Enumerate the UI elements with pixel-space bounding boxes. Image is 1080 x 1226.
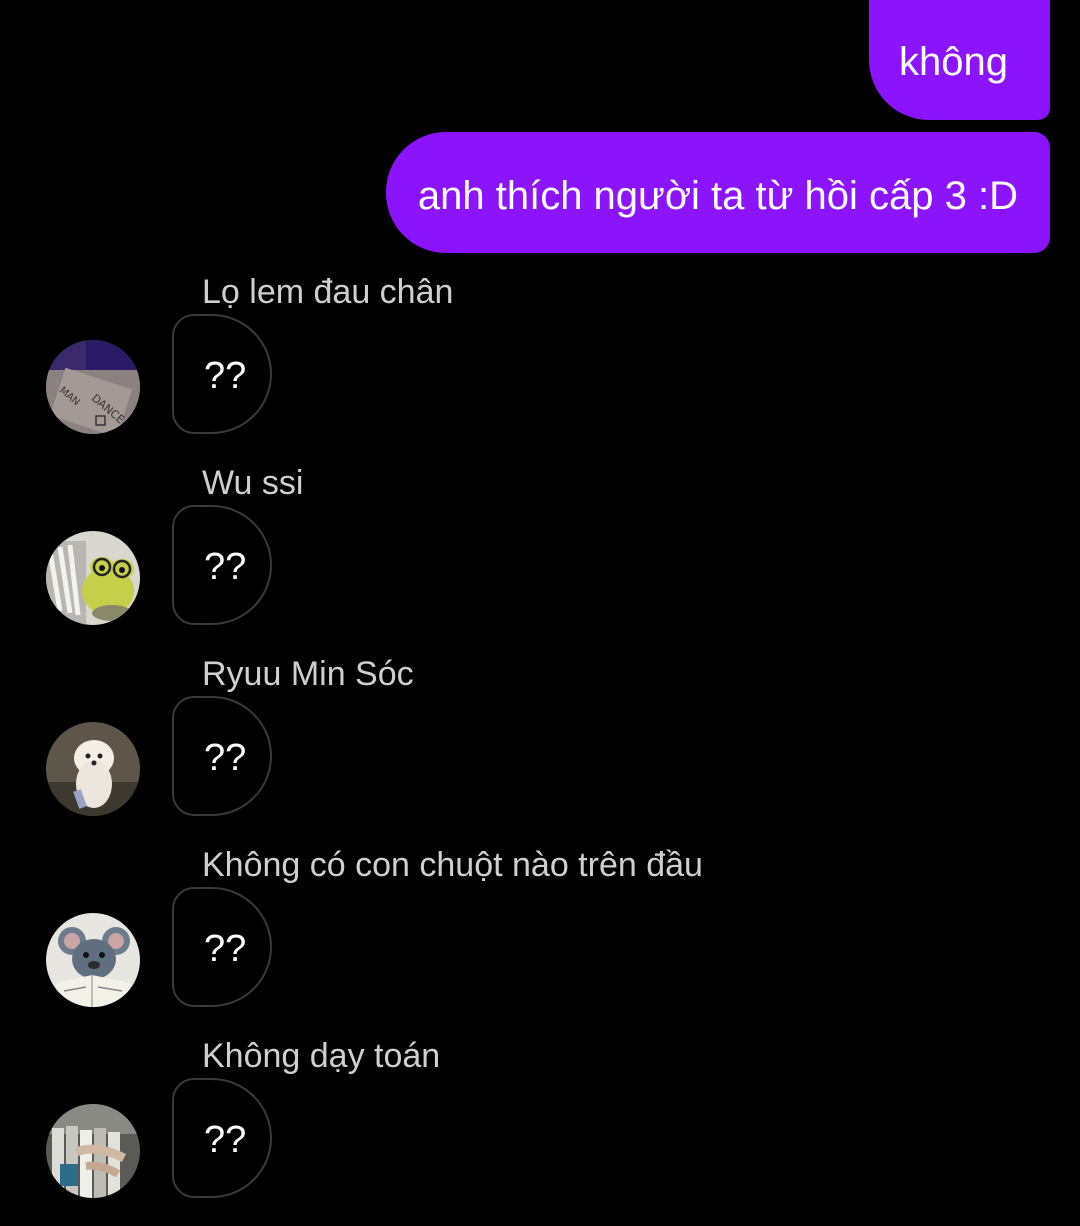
avatar[interactable] — [46, 531, 140, 625]
avatar[interactable]: MAN DANCE — [46, 340, 140, 434]
sender-name: Wu ssi — [202, 464, 304, 502]
frog-plush-avatar-icon — [46, 531, 140, 625]
sender-name: Ryuu Min Sóc — [202, 655, 414, 693]
dance-photo-avatar-icon: MAN DANCE — [46, 340, 140, 434]
record-shop-avatar-icon — [46, 1104, 140, 1198]
avatar[interactable] — [46, 722, 140, 816]
sender-name: Không có con chuột nào trên đầu — [202, 846, 703, 884]
received-message-row: Không dạy toán ?? — [0, 1036, 1080, 1226]
rat-cartoon-avatar-icon — [46, 913, 140, 1007]
received-message-row: Không có con chuột nào trên đầu ?? — [0, 845, 1080, 1035]
white-dog-avatar-icon — [46, 722, 140, 816]
received-message-bubble[interactable]: ?? — [172, 505, 272, 625]
avatar[interactable] — [46, 913, 140, 1007]
received-message-row: Lọ lem đau chân MAN DANCE ?? — [0, 272, 1080, 462]
received-message-bubble[interactable]: ?? — [172, 887, 272, 1007]
received-message-bubble[interactable]: ?? — [172, 696, 272, 816]
sender-name: Lọ lem đau chân — [202, 273, 454, 311]
received-message-bubble[interactable]: ?? — [172, 314, 272, 434]
sent-message-bubble[interactable]: không — [869, 0, 1050, 120]
received-message-row: Ryuu Min Sóc ?? — [0, 654, 1080, 844]
received-message-bubble[interactable]: ?? — [172, 1078, 272, 1198]
avatar[interactable] — [46, 1104, 140, 1198]
received-message-row: Wu ssi ?? — [0, 463, 1080, 653]
sender-name: Không dạy toán — [202, 1037, 441, 1075]
chat-thread: không anh thích người ta từ hồi cấp 3 :D… — [0, 0, 1080, 1225]
sent-message-bubble[interactable]: anh thích người ta từ hồi cấp 3 :D — [385, 132, 1050, 253]
